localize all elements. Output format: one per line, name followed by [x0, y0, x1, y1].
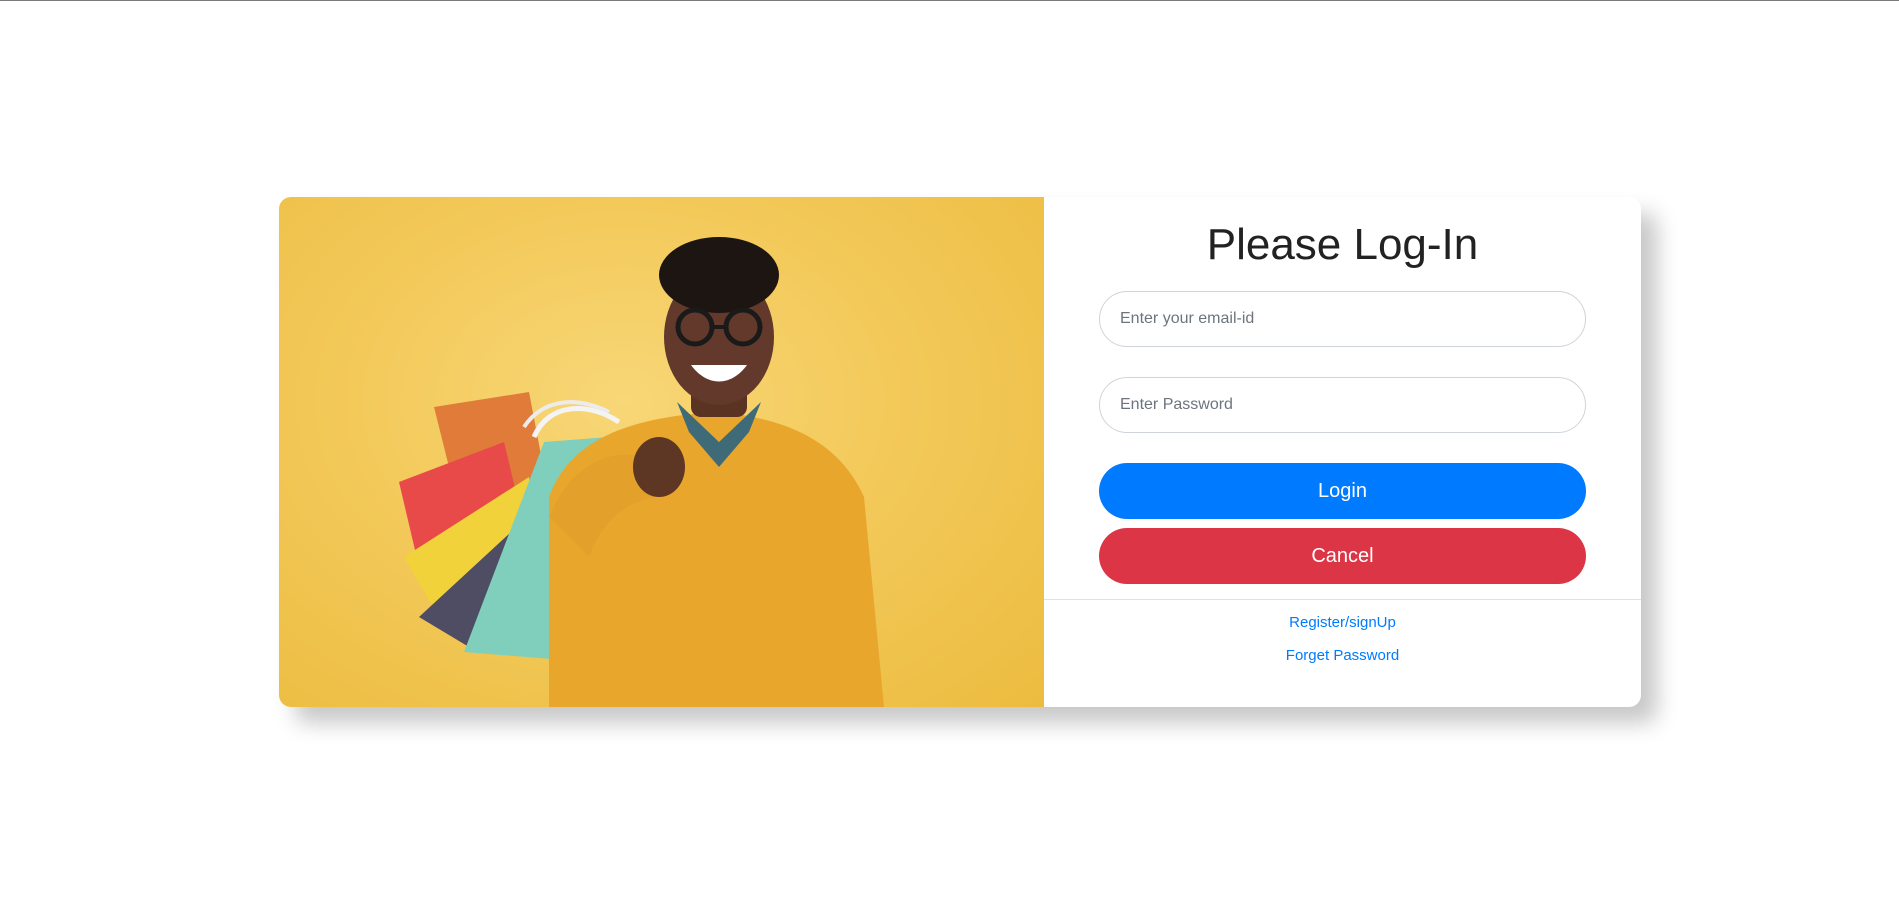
register-link[interactable]: Register/signUp: [1044, 614, 1641, 631]
password-field[interactable]: [1099, 377, 1586, 433]
page-title: Please Log-In: [1206, 220, 1479, 269]
window-top-border: [0, 0, 1899, 1]
form-divider: [1044, 599, 1641, 600]
login-card: Please Log-In Login Cancel Register/sign…: [279, 197, 1641, 707]
login-form: Please Log-In Login Cancel Register/sign…: [1044, 197, 1641, 707]
login-button[interactable]: Login: [1099, 463, 1586, 519]
cancel-button[interactable]: Cancel: [1099, 528, 1586, 584]
hero-image: [279, 197, 1044, 707]
email-field[interactable]: [1099, 291, 1586, 347]
shopper-illustration: [399, 237, 884, 707]
forget-password-link[interactable]: Forget Password: [1044, 647, 1641, 664]
